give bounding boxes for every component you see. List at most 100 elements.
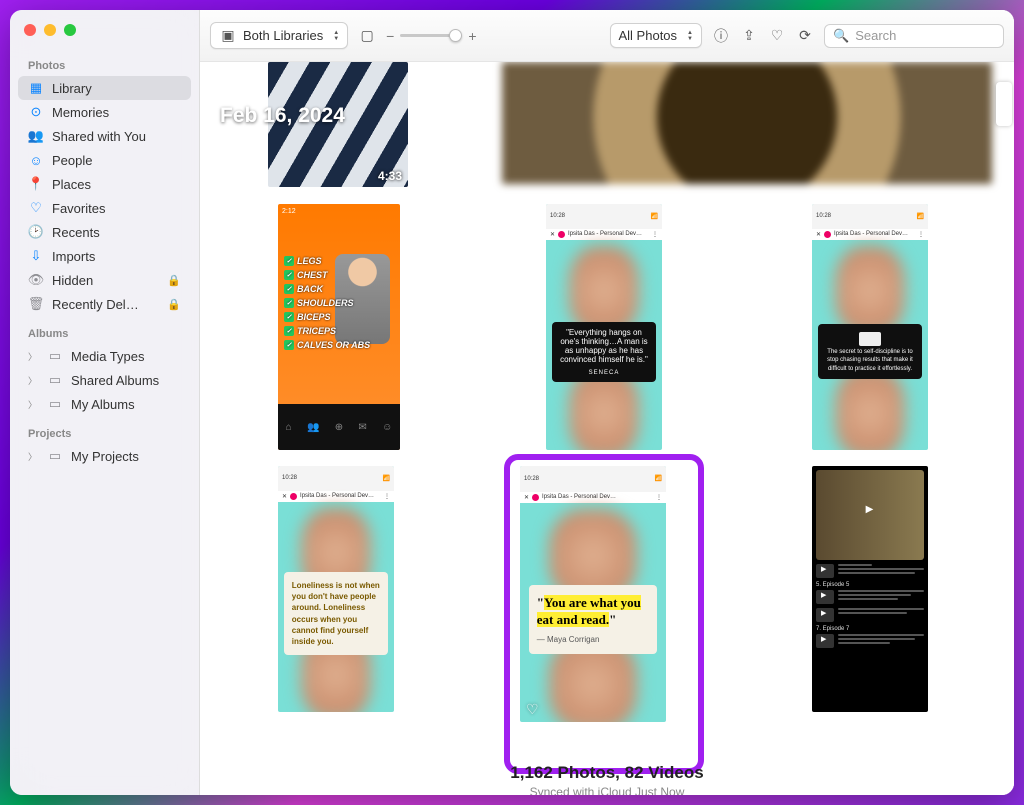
memories-icon: ⊙: [28, 104, 44, 120]
profile-icon: ☺: [382, 422, 392, 433]
sidebar-item-label: Memories: [52, 105, 181, 120]
sidebar-item-label: Imports: [52, 249, 181, 264]
main-pane: ▣ Both Libraries ▲▼ ▢ − + All Photos ▲▼ …: [200, 10, 1014, 795]
lock-icon: 🔒: [167, 274, 181, 287]
sidebar-item-label: Hidden: [52, 273, 181, 288]
sidebar-item-recently-deleted[interactable]: 🗑 Recently Del… 🔒: [18, 292, 191, 316]
library-selector-icon: ▣: [219, 27, 237, 44]
inbox-icon: ✉: [358, 422, 366, 433]
sidebar-item-library[interactable]: ▦ Library: [18, 76, 191, 100]
library-selector-label: Both Libraries: [243, 28, 323, 43]
zoom-window-button[interactable]: [64, 24, 76, 36]
chevron-right-icon: 〉: [28, 398, 37, 411]
sidebar-item-people[interactable]: ☺ People: [18, 148, 191, 172]
updown-icon: ▲▼: [687, 30, 693, 42]
filter-selector-label: All Photos: [619, 28, 678, 43]
grid-item-video-workout[interactable]: 2:12 ✓LEGS ✓CHEST ✓BACK ✓SHOULDERS ✓BICE…: [278, 204, 400, 450]
trash-icon: 🗑: [28, 296, 44, 312]
sidebar-item-imports[interactable]: ⇩ Imports: [18, 244, 191, 268]
quote-text: The secret to self-discipline is to stop…: [824, 348, 916, 373]
search-icon: 🔍: [833, 28, 849, 44]
library-selector[interactable]: ▣ Both Libraries ▲▼: [210, 22, 348, 49]
grid-item-screenshot-video-player[interactable]: 5. Episode 5 7. Episode 7: [812, 466, 928, 712]
aspect-icon[interactable]: ▢: [358, 27, 376, 44]
sidebar-item-memories[interactable]: ⊙ Memories: [18, 100, 191, 124]
friends-icon: 👥: [307, 422, 319, 433]
sidebar-section-photos: Photos: [18, 54, 191, 76]
library-icon: ▦: [28, 80, 44, 96]
sidebar-item-label: People: [52, 153, 181, 168]
sidebar-item-label: Media Types: [71, 349, 181, 364]
grid-item-photo[interactable]: [502, 62, 992, 184]
workout-list: ✓LEGS ✓CHEST ✓BACK ✓SHOULDERS ✓BICEPS ✓T…: [284, 256, 370, 350]
rotate-icon[interactable]: ⟳: [796, 27, 814, 44]
home-icon: ⌂: [286, 422, 292, 433]
zoom-out-icon[interactable]: −: [386, 28, 394, 44]
episode-title: 5. Episode 5: [816, 582, 924, 588]
favorite-heart-icon[interactable]: ♡: [526, 701, 539, 718]
sidebar-item-my-albums[interactable]: 〉 ▭ My Albums: [18, 392, 191, 416]
sidebar-item-label: Recents: [52, 225, 181, 240]
minimize-window-button[interactable]: [44, 24, 56, 36]
quote-attr: SENECA: [558, 370, 650, 376]
sidebar-item-label: Shared Albums: [71, 373, 181, 388]
zoom-slider[interactable]: − +: [386, 28, 476, 44]
updown-icon: ▲▼: [333, 30, 339, 42]
grid-item-screenshot-eat-read[interactable]: 10:28📶 ✕Ipsita Das - Personal Dev…⋮ "You…: [520, 466, 666, 722]
sidebar-item-shared[interactable]: 👥 Shared with You: [18, 124, 191, 148]
sidebar-item-label: My Albums: [71, 397, 181, 412]
window-controls: [10, 20, 199, 54]
scroll-indicator[interactable]: [996, 82, 1012, 126]
chevron-right-icon: 〉: [28, 450, 37, 463]
folder-icon: ▭: [47, 372, 63, 388]
sidebar-item-label: My Projects: [71, 449, 181, 464]
sidebar-item-label: Places: [52, 177, 181, 192]
sidebar-item-recents[interactable]: 🕑 Recents: [18, 220, 191, 244]
sidebar-item-shared-albums[interactable]: 〉 ▭ Shared Albums: [18, 368, 191, 392]
app-window: Photos ▦ Library ⊙ Memories 👥 Shared wit…: [10, 10, 1014, 795]
lock-icon: 🔒: [167, 298, 181, 311]
people-icon: ☺: [28, 152, 44, 168]
info-icon[interactable]: ⓘ: [712, 26, 730, 46]
grid-item-screenshot-seneca[interactable]: 10:28📶 ✕Ipsita Das - Personal Dev…⋮ "Eve…: [546, 204, 662, 450]
places-icon: 📍: [28, 176, 44, 192]
sidebar-item-favorites[interactable]: ♡ Favorites: [18, 196, 191, 220]
sidebar-item-media-types[interactable]: 〉 ▭ Media Types: [18, 344, 191, 368]
search-placeholder: Search: [855, 28, 896, 43]
sidebar-item-places[interactable]: 📍 Places: [18, 172, 191, 196]
quote-attr: — Maya Corrigan: [537, 635, 649, 644]
sidebar: Photos ▦ Library ⊙ Memories 👥 Shared wit…: [10, 10, 200, 795]
sidebar-item-label: Favorites: [52, 201, 181, 216]
date-heading: Feb 16, 2024: [220, 104, 345, 128]
add-icon: ⊕: [335, 422, 343, 433]
sidebar-item-label: Library: [52, 81, 181, 96]
hidden-icon: 👁: [28, 272, 44, 288]
zoom-in-icon[interactable]: +: [468, 28, 476, 44]
zoom-knob[interactable]: [449, 29, 462, 42]
quote-text: Loneliness is not when you don't have pe…: [292, 580, 380, 647]
chevron-right-icon: 〉: [28, 350, 37, 363]
quote-text: "Everything hangs on one's thinking…A ma…: [558, 328, 650, 364]
episode-title: 7. Episode 7: [816, 626, 924, 632]
share-icon[interactable]: ⇪: [740, 27, 758, 44]
heart-icon: ♡: [28, 200, 44, 216]
chevron-right-icon: 〉: [28, 374, 37, 387]
search-field[interactable]: 🔍 Search: [824, 24, 1004, 48]
sidebar-item-my-projects[interactable]: 〉 ▭ My Projects: [18, 444, 191, 468]
filter-selector[interactable]: All Photos ▲▼: [610, 23, 703, 48]
grid-item-screenshot-loneliness[interactable]: 10:28📶 ✕Ipsita Das - Personal Dev…⋮ Lone…: [278, 466, 394, 712]
library-count: 1,162 Photos, 82 Videos: [200, 763, 1014, 783]
sidebar-item-label: Recently Del…: [52, 297, 181, 312]
toolbar: ▣ Both Libraries ▲▼ ▢ − + All Photos ▲▼ …: [200, 10, 1014, 62]
favorite-icon[interactable]: ♡: [768, 27, 786, 44]
sidebar-section-projects: Projects: [18, 422, 191, 444]
sidebar-item-hidden[interactable]: 👁 Hidden 🔒: [18, 268, 191, 292]
sidebar-item-label: Shared with You: [52, 129, 181, 144]
imports-icon: ⇩: [28, 248, 44, 264]
close-window-button[interactable]: [24, 24, 36, 36]
folder-icon: ▭: [47, 396, 63, 412]
grid-item-screenshot-discipline[interactable]: 10:28📶 ✕Ipsita Das - Personal Dev…⋮ The …: [812, 204, 928, 450]
photo-grid[interactable]: Feb 16, 2024 4:33 2:12 ✓LEGS ✓CHEST ✓BAC…: [200, 62, 1014, 795]
zoom-track[interactable]: [400, 34, 462, 37]
video-duration: 4:33: [378, 169, 402, 183]
